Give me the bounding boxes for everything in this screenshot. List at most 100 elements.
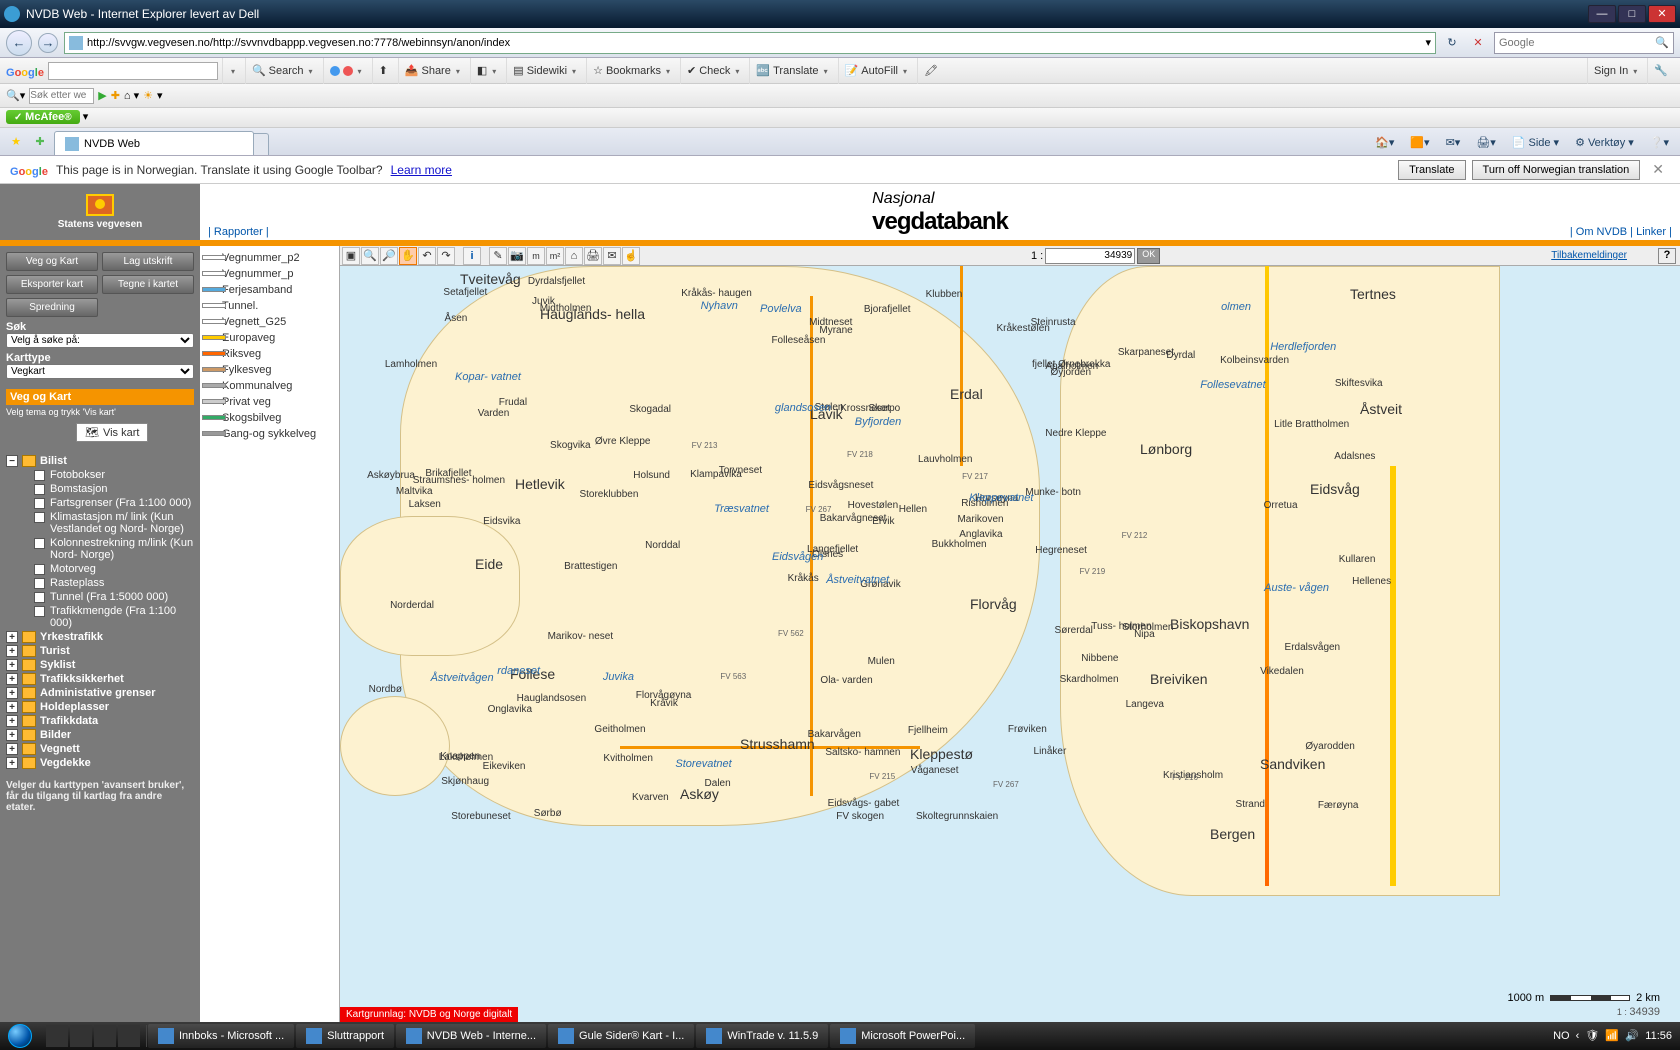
tool-info[interactable]: i: [463, 247, 481, 265]
btn-lag-utskrift[interactable]: Lag utskrift: [102, 252, 194, 271]
aux-search-icon[interactable]: 🔍▾: [6, 89, 25, 102]
layer-category[interactable]: +Syklist: [6, 658, 194, 672]
gbtn-check[interactable]: ✔ Check: [680, 58, 745, 84]
aux-add[interactable]: ✚: [111, 89, 120, 102]
tool-mail[interactable]: ✉: [603, 247, 621, 265]
start-button[interactable]: [0, 1022, 40, 1050]
tool-next[interactable]: ↷: [437, 247, 455, 265]
tool-measure[interactable]: m: [527, 247, 545, 265]
back-button[interactable]: ←: [6, 30, 32, 56]
home-icon[interactable]: 🏠▾: [1370, 134, 1399, 151]
layer-item[interactable]: Trafikkmengde (Fra 1:100 000): [6, 604, 194, 630]
map-help[interactable]: ?: [1658, 248, 1676, 264]
tool-prev[interactable]: ↶: [418, 247, 436, 265]
address-bar[interactable]: ▾: [64, 32, 1436, 54]
mail-icon[interactable]: ✉▾: [1441, 134, 1466, 151]
ql-3[interactable]: [94, 1025, 116, 1047]
btn-tegne[interactable]: Tegne i kartet: [102, 275, 194, 294]
tab-nvdb[interactable]: NVDB Web: [54, 131, 254, 155]
feedback-link[interactable]: Tilbakemeldinger: [1551, 250, 1627, 261]
help-icon[interactable]: ❔▾: [1645, 134, 1674, 151]
taskbar-task[interactable]: WinTrade v. 11.5.9: [696, 1024, 828, 1048]
gbtn-sidewiki[interactable]: ▤ Sidewiki: [506, 58, 582, 84]
layer-category[interactable]: +Administative grenser: [6, 686, 194, 700]
btn-veg-og-kart[interactable]: Veg og Kart: [6, 252, 98, 271]
mcafee-badge[interactable]: ✓ McAfee®: [6, 110, 80, 124]
sok-select[interactable]: Velg å søke på:: [6, 333, 194, 348]
layer-item[interactable]: Motorveg: [6, 562, 194, 576]
layer-item[interactable]: Kolonnestrekning m/link (Kun Nord- Norge…: [6, 536, 194, 562]
link-om[interactable]: Om NVDB: [1576, 226, 1627, 238]
tool-fit[interactable]: ▣: [342, 247, 360, 265]
browser-search[interactable]: 🔍: [1494, 32, 1674, 54]
translate-close[interactable]: ✕: [1646, 161, 1670, 178]
search-input[interactable]: [1499, 37, 1655, 49]
tool-pan[interactable]: ✋: [399, 247, 417, 265]
aux-sun[interactable]: ☀: [143, 89, 153, 102]
tray-volume-icon[interactable]: 🔊: [1625, 1029, 1639, 1043]
tools-menu[interactable]: ⚙ Verktøy▾: [1570, 134, 1639, 151]
aux-go[interactable]: ▶: [98, 89, 106, 102]
scale-input[interactable]: [1045, 248, 1135, 264]
layer-category[interactable]: +Vegdekke: [6, 756, 194, 770]
gsearch-dropdown[interactable]: [222, 58, 241, 84]
maximize-button[interactable]: □: [1618, 5, 1646, 23]
scale-ok[interactable]: OK: [1137, 248, 1160, 264]
gbtn-share[interactable]: 📤 Share: [398, 58, 466, 84]
aux-search-input[interactable]: [29, 88, 94, 104]
tray-icon-2[interactable]: 📶: [1605, 1029, 1619, 1043]
gbtn-up[interactable]: ⬆: [372, 58, 394, 84]
tray-clock[interactable]: 11:56: [1645, 1030, 1672, 1042]
tool-draw[interactable]: ✎: [489, 247, 507, 265]
ql-1[interactable]: [46, 1025, 68, 1047]
layer-category[interactable]: +Holdeplasser: [6, 700, 194, 714]
close-button[interactable]: ✕: [1648, 5, 1676, 23]
link-rapporter[interactable]: | Rapporter |: [208, 226, 269, 238]
map-canvas[interactable]: Kartgrunnlag: NVDB og Norge digitalt 100…: [340, 266, 1680, 1022]
ql-2[interactable]: [70, 1025, 92, 1047]
minimize-button[interactable]: —: [1588, 5, 1616, 23]
tool-zoomin[interactable]: 🔍: [361, 247, 379, 265]
layer-item[interactable]: Fotobokser: [6, 468, 194, 482]
gbtn-highlight[interactable]: 🖍: [917, 58, 944, 84]
tool-print[interactable]: 🖨: [584, 247, 602, 265]
tool-zoomout[interactable]: 🔎: [380, 247, 398, 265]
dropdown-icon[interactable]: ▾: [1425, 36, 1431, 49]
gbtn-autofill[interactable]: 📝 AutoFill: [838, 58, 913, 84]
taskbar-task[interactable]: Microsoft PowerPoi...: [830, 1024, 975, 1048]
print-icon[interactable]: 🖨▾: [1471, 134, 1501, 151]
gbtn-wrench[interactable]: 🔧: [1647, 58, 1674, 84]
gbtn-nav[interactable]: [323, 58, 368, 84]
layer-category[interactable]: +Trafikksikkerhet: [6, 672, 194, 686]
gbtn-misc1[interactable]: ◧: [470, 58, 502, 84]
taskbar-task[interactable]: Sluttrapport: [296, 1024, 394, 1048]
translate-learn-more[interactable]: Learn more: [391, 163, 452, 177]
mcafee-dd[interactable]: ▾: [83, 111, 89, 123]
tray-chevron[interactable]: ‹: [1576, 1030, 1580, 1042]
gbtn-translate[interactable]: 🔤 Translate: [749, 58, 833, 84]
refresh-button[interactable]: ↻: [1442, 33, 1462, 53]
search-icon[interactable]: 🔍: [1655, 36, 1669, 49]
feed-icon[interactable]: 🟧▾: [1405, 134, 1434, 151]
tool-photo[interactable]: 📷: [508, 247, 526, 265]
translate-off-button[interactable]: Turn off Norwegian translation: [1472, 160, 1641, 180]
tray-lang[interactable]: NO: [1553, 1030, 1570, 1042]
fav-star-icon[interactable]: ★: [6, 131, 26, 151]
tool-area[interactable]: m²: [546, 247, 564, 265]
ql-4[interactable]: [118, 1025, 140, 1047]
forward-button[interactable]: →: [38, 33, 58, 53]
aux-home[interactable]: ⌂ ▾: [124, 89, 139, 102]
page-menu[interactable]: 📄 Side▾: [1507, 134, 1564, 151]
taskbar-task[interactable]: Gule Sider® Kart - I...: [548, 1024, 694, 1048]
btn-eksporter[interactable]: Eksporter kart: [6, 275, 98, 294]
karttype-select[interactable]: Vegkart: [6, 364, 194, 379]
btn-spredning[interactable]: Spredning: [6, 298, 98, 317]
layer-category[interactable]: +Vegnett: [6, 742, 194, 756]
taskbar-task[interactable]: NVDB Web - Interne...: [396, 1024, 546, 1048]
layer-item[interactable]: Bomstasjon: [6, 482, 194, 496]
stop-button[interactable]: ✕: [1468, 33, 1488, 53]
gbtn-search[interactable]: 🔍 Search: [245, 58, 319, 84]
new-tab-button[interactable]: [253, 133, 269, 155]
signin-button[interactable]: Sign In: [1587, 58, 1643, 84]
layer-category[interactable]: +Trafikkdata: [6, 714, 194, 728]
